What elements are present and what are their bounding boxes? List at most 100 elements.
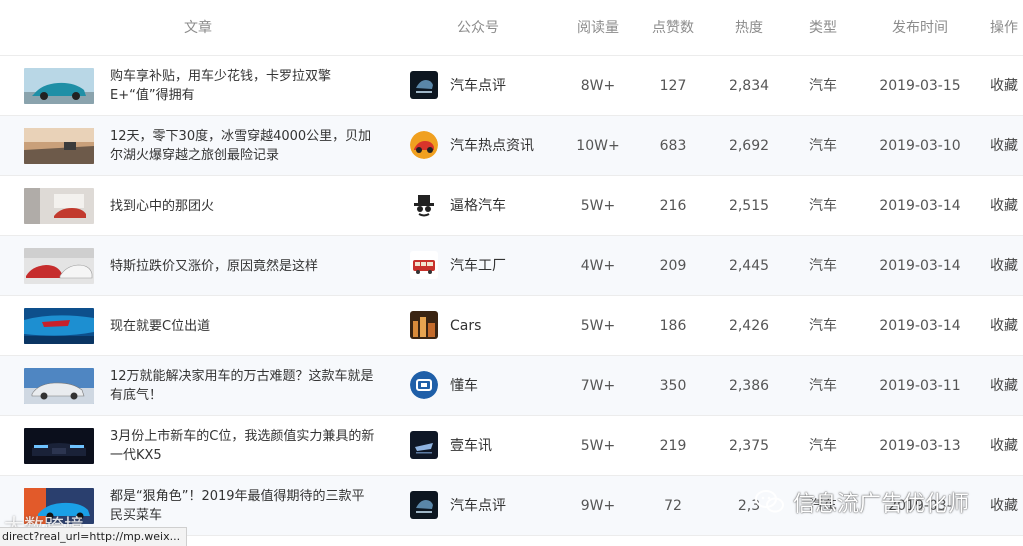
teal-car-thumb[interactable]	[24, 68, 94, 104]
tesla-thumb[interactable]	[24, 248, 94, 284]
likes-value: 72	[664, 498, 682, 514]
blue-sports-car-thumb[interactable]	[24, 488, 94, 524]
heat-value: 2,386	[728, 378, 770, 394]
favorite-button[interactable]: 收藏	[980, 436, 1023, 456]
col-header-account: 公众号	[457, 20, 499, 36]
date-value: 2019-03-14	[879, 318, 961, 334]
car-review-logo-icon	[410, 71, 438, 99]
col-header-heat: 热度	[735, 20, 763, 36]
account-name[interactable]: 壹车讯	[450, 436, 492, 456]
table-row[interactable]: 特斯拉跌价又涨价，原因竟然是这样 汽车工厂 4W+ 209 2,445 汽车 2…	[0, 236, 1023, 296]
red-bus-icon	[410, 251, 438, 279]
account-name[interactable]: 汽车热点资讯	[450, 136, 534, 156]
car-review-logo-icon	[410, 491, 438, 519]
table-row[interactable]: 购车享补贴，用车少花钱，卡罗拉双擎E+“值”得拥有 汽车点评 8W+ 127 2…	[0, 56, 1023, 116]
table-row[interactable]: 12天，零下30度，冰雪穿越4000公里，贝加尔湖火爆穿越之旅创最险记录 汽车热…	[0, 116, 1023, 176]
heat-value: 2,3	[737, 498, 761, 514]
showroom-thumb[interactable]	[24, 188, 94, 224]
type-value: 汽车	[809, 138, 837, 154]
reads-value: 7W+	[580, 378, 616, 394]
type-value: 汽车	[809, 498, 837, 514]
orange-car-avatar-icon	[410, 131, 438, 159]
type-value: 汽车	[809, 438, 837, 454]
account-name[interactable]: 汽车点评	[450, 496, 506, 516]
reads-value: 5W+	[580, 318, 616, 334]
date-value: 2019-03-14	[879, 198, 961, 214]
reads-value: 5W+	[580, 198, 616, 214]
article-title[interactable]: 购车享补贴，用车少花钱，卡罗拉双擎E+“值”得拥有	[110, 66, 375, 106]
favorite-button[interactable]: 收藏	[980, 76, 1023, 96]
date-value: 2019-03-13	[879, 438, 961, 454]
article-title[interactable]: 现在就要C位出道	[110, 306, 375, 346]
favorite-button[interactable]: 收藏	[980, 316, 1023, 336]
table-row[interactable]: 找到心中的那团火 逼格汽车 5W+ 216 2,515 汽车 2019-03-1…	[0, 176, 1023, 236]
article-ranking-table: 文章 公众号 阅读量 点赞数 热度 类型 发布时间 操作 购车享补贴，用车少花钱…	[0, 0, 1023, 546]
account-name[interactable]: 懂车	[450, 376, 478, 396]
account-name[interactable]: 汽车工厂	[450, 256, 506, 276]
article-title[interactable]: 12天，零下30度，冰雪穿越4000公里，贝加尔湖火爆穿越之旅创最险记录	[110, 126, 375, 166]
reads-value: 5W+	[580, 438, 616, 454]
likes-value: 216	[659, 198, 687, 214]
hat-glasses-icon	[410, 191, 438, 219]
type-value: 汽车	[809, 198, 837, 214]
col-header-action: 操作	[990, 20, 1018, 36]
city-night-icon	[410, 311, 438, 339]
favorite-button[interactable]: 收藏	[980, 256, 1023, 276]
reads-value: 9W+	[580, 498, 616, 514]
favorite-button[interactable]: 收藏	[980, 196, 1023, 216]
article-title[interactable]: 12万就能解决家用车的万古难题？这款车就是有底气！	[110, 366, 375, 406]
favorite-button[interactable]: 收藏	[980, 136, 1023, 156]
date-value: 2019-03-	[888, 498, 952, 514]
type-value: 汽车	[809, 258, 837, 274]
reads-value: 4W+	[580, 258, 616, 274]
table-row[interactable]: 3月份上市新车的C位，我选颜值实力兼具的新一代KX5 壹车讯 5W+ 219 2…	[0, 416, 1023, 476]
col-header-likes: 点赞数	[652, 20, 694, 36]
favorite-button[interactable]: 收藏	[980, 496, 1023, 516]
likes-value: 186	[659, 318, 687, 334]
sky-car-thumb[interactable]	[24, 368, 94, 404]
account-name[interactable]: Cars	[450, 316, 481, 336]
heat-value: 2,445	[728, 258, 770, 274]
yichexun-logo-icon	[410, 431, 438, 459]
type-value: 汽车	[809, 78, 837, 94]
likes-value: 683	[659, 138, 687, 154]
heat-value: 2,692	[728, 138, 770, 154]
type-value: 汽车	[809, 318, 837, 334]
col-header-type: 类型	[809, 20, 837, 36]
article-title[interactable]: 都是“狠角色”！2019年最值得期待的三款平民买菜车	[110, 486, 375, 526]
favorite-button[interactable]: 收藏	[980, 376, 1023, 396]
heat-value: 2,375	[728, 438, 770, 454]
browser-status-bar: direct?real_url=http://mp.weix...	[0, 527, 188, 546]
type-value: 汽车	[809, 378, 837, 394]
likes-value: 350	[659, 378, 687, 394]
table-header: 文章 公众号 阅读量 点赞数 热度 类型 发布时间 操作	[0, 0, 1023, 56]
status-url: direct?real_url=http://mp.weix...	[2, 530, 181, 543]
dongche-logo-icon	[410, 371, 438, 399]
account-name[interactable]: 汽车点评	[450, 76, 506, 96]
dark-car-front-thumb[interactable]	[24, 428, 94, 464]
date-value: 2019-03-11	[879, 378, 961, 394]
snow-road-thumb[interactable]	[24, 128, 94, 164]
reads-value: 8W+	[580, 78, 616, 94]
date-value: 2019-03-15	[879, 78, 961, 94]
heat-value: 2,426	[728, 318, 770, 334]
article-title[interactable]: 找到心中的那团火	[110, 186, 375, 226]
likes-value: 127	[659, 78, 687, 94]
blue-taillight-thumb[interactable]	[24, 308, 94, 344]
date-value: 2019-03-10	[879, 138, 961, 154]
account-name[interactable]: 逼格汽车	[450, 196, 506, 216]
table-row[interactable]: 12万就能解决家用车的万古难题？这款车就是有底气！ 懂车 7W+ 350 2,3…	[0, 356, 1023, 416]
likes-value: 219	[659, 438, 687, 454]
table-row[interactable]: 现在就要C位出道 Cars 5W+ 186 2,426 汽车 2019-03-1…	[0, 296, 1023, 356]
date-value: 2019-03-14	[879, 258, 961, 274]
table-body: 购车享补贴，用车少花钱，卡罗拉双擎E+“值”得拥有 汽车点评 8W+ 127 2…	[0, 56, 1023, 536]
article-title[interactable]: 3月份上市新车的C位，我选颜值实力兼具的新一代KX5	[110, 426, 375, 466]
col-header-article: 文章	[184, 20, 212, 36]
reads-value: 10W+	[576, 138, 620, 154]
heat-value: 2,515	[728, 198, 770, 214]
heat-value: 2,834	[728, 78, 770, 94]
likes-value: 209	[659, 258, 687, 274]
article-title[interactable]: 特斯拉跌价又涨价，原因竟然是这样	[110, 246, 375, 286]
col-header-reads: 阅读量	[577, 20, 619, 36]
col-header-date: 发布时间	[892, 20, 948, 36]
